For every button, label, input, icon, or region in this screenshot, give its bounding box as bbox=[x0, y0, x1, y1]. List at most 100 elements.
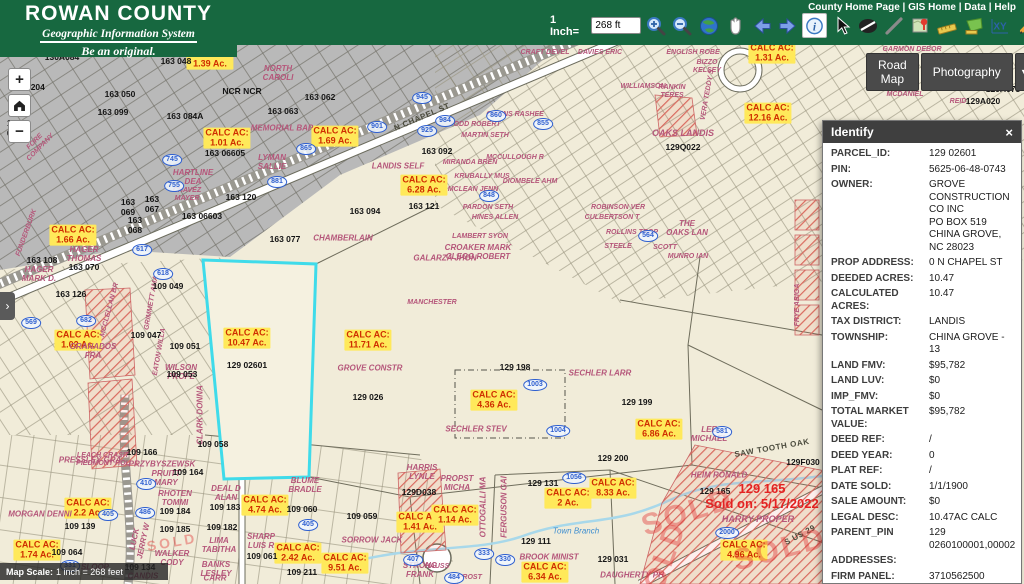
scale-input-label: 1 Inch= bbox=[550, 14, 587, 38]
xy-coordinates-button[interactable]: XY bbox=[988, 13, 1012, 38]
field-label: PARCEL_ID: bbox=[831, 148, 929, 161]
logo-title: ROWAN COUNTY bbox=[0, 4, 237, 24]
field-value: 0 N CHAPEL ST bbox=[929, 257, 1003, 270]
basemap-dropdown-button[interactable]: ▾ bbox=[1015, 53, 1024, 91]
link-help[interactable]: Help bbox=[994, 2, 1016, 13]
map-scale-input[interactable] bbox=[591, 17, 641, 34]
ruler-icon bbox=[936, 15, 958, 37]
zoom-controls: + − bbox=[8, 68, 31, 143]
field-label: LAND LUV: bbox=[831, 375, 929, 388]
field-label: DEEDED ACRES: bbox=[831, 273, 929, 286]
zoom-out-tool-button[interactable] bbox=[670, 13, 694, 38]
field-label: DEED YEAR: bbox=[831, 450, 929, 463]
identify-panel: Identify × PARCEL_ID:129 02601 PIN:5625-0… bbox=[822, 120, 1022, 584]
panel-collapse-arrow[interactable]: › bbox=[0, 292, 15, 320]
zoom-in-tool-button[interactable] bbox=[643, 13, 667, 38]
identify-field-row: LAND FMV:$95,782 bbox=[831, 360, 1013, 373]
field-label: TAX DISTRICT: bbox=[831, 316, 929, 329]
area-polygon-icon bbox=[963, 15, 985, 37]
draw-toggle-button[interactable] bbox=[856, 13, 880, 38]
field-label: DEED REF: bbox=[831, 434, 929, 447]
photography-button[interactable]: Photography bbox=[921, 53, 1013, 91]
toolbar: 1 Inch= i XY bbox=[550, 13, 1024, 38]
identify-field-row: ADDRESSES: bbox=[831, 555, 1013, 568]
field-value: $0 bbox=[929, 391, 940, 404]
field-label: TOWNSHIP: bbox=[831, 332, 929, 357]
field-label: SALE AMOUNT: bbox=[831, 496, 929, 509]
full-extent-button[interactable] bbox=[696, 13, 720, 38]
pan-hand-icon bbox=[724, 15, 746, 37]
map-zoom-out-button[interactable]: − bbox=[8, 120, 31, 143]
close-icon[interactable]: × bbox=[1005, 126, 1013, 139]
link-gis-home[interactable]: GIS Home bbox=[908, 2, 956, 13]
field-label: ADDRESSES: bbox=[831, 555, 929, 568]
measure-distance-button[interactable] bbox=[935, 13, 959, 38]
field-value: 10.47 bbox=[929, 273, 954, 286]
link-data[interactable]: Data bbox=[964, 2, 986, 13]
map-scale-value: 1 inch = 268 feet bbox=[56, 567, 123, 577]
field-label: PARENT_PIN bbox=[831, 527, 929, 552]
select-tool-button[interactable] bbox=[829, 13, 853, 38]
identify-field-row: DEEDED ACRES:10.47 bbox=[831, 273, 1013, 286]
identify-field-row: TOWNSHIP:CHINA GROVE - 13 bbox=[831, 332, 1013, 357]
field-label: CALCULATED ACRES: bbox=[831, 288, 929, 313]
cursor-icon bbox=[831, 15, 853, 37]
identify-field-row: PIN:5625-06-48-0743 bbox=[831, 164, 1013, 177]
identify-field-row: PARCEL_ID:129 02601 bbox=[831, 148, 1013, 161]
next-extent-button[interactable] bbox=[776, 13, 800, 38]
field-value: $95,782 bbox=[929, 406, 965, 431]
identify-field-row: TOTAL MARKET VALUE:$95,782 bbox=[831, 406, 1013, 431]
back-arrow-icon bbox=[751, 15, 773, 37]
basemap-switcher: Road Map Photography ▾ bbox=[866, 53, 1024, 91]
google-maps-button[interactable] bbox=[909, 13, 933, 38]
map-zoom-in-button[interactable]: + bbox=[8, 68, 31, 91]
field-value: $0 bbox=[929, 375, 940, 388]
field-label: PROP ADDRESS: bbox=[831, 257, 929, 270]
field-label: IMP_FMV: bbox=[831, 391, 929, 404]
draw-pencil-button[interactable] bbox=[1015, 13, 1024, 38]
field-value: 1/1/1900 bbox=[929, 481, 968, 494]
field-value: 3710562500 bbox=[929, 571, 985, 584]
svg-text:XY: XY bbox=[994, 21, 1008, 32]
map-scale-readout: Map Scale: 1 inch = 268 feet bbox=[0, 563, 168, 580]
field-value: / bbox=[929, 465, 932, 478]
measure-line-button[interactable] bbox=[882, 13, 906, 38]
field-value: 5625-06-48-0743 bbox=[929, 164, 1006, 177]
identify-field-row: OWNER:GROVE CONSTRUCTION CO INC PO BOX 5… bbox=[831, 179, 1013, 254]
field-label: TOTAL MARKET VALUE: bbox=[831, 406, 929, 431]
identify-tool-button[interactable]: i bbox=[802, 13, 827, 38]
field-value: 0 bbox=[929, 450, 935, 463]
identify-field-row: FIRM PANEL:3710562500 bbox=[831, 571, 1013, 584]
identify-panel-header: Identify × bbox=[823, 121, 1021, 143]
identify-field-row: PROP ADDRESS:0 N CHAPEL ST bbox=[831, 257, 1013, 270]
field-value: 10.47 bbox=[929, 288, 954, 313]
identify-icon: i bbox=[804, 15, 825, 37]
identify-field-row: PLAT REF:/ bbox=[831, 465, 1013, 478]
identify-field-row: DATE SOLD:1/1/1900 bbox=[831, 481, 1013, 494]
field-label: DATE SOLD: bbox=[831, 481, 929, 494]
identify-field-row: DEED YEAR:0 bbox=[831, 450, 1013, 463]
map-pin-icon bbox=[910, 15, 932, 37]
previous-extent-button[interactable] bbox=[749, 13, 773, 38]
xy-icon: XY bbox=[989, 15, 1011, 37]
identify-field-row: SALE AMOUNT:$0 bbox=[831, 496, 1013, 509]
field-label: LAND FMV: bbox=[831, 360, 929, 373]
field-value: 129 02601 bbox=[929, 148, 976, 161]
county-logo: ROWAN COUNTY Geographic Information Syst… bbox=[0, 0, 237, 57]
pencil-icon bbox=[1016, 15, 1024, 37]
identify-field-row: DEED REF:/ bbox=[831, 434, 1013, 447]
pan-tool-button[interactable] bbox=[723, 13, 747, 38]
link-county-home[interactable]: County Home Page bbox=[808, 2, 900, 13]
field-value: $0 bbox=[929, 496, 940, 509]
identify-field-row: TAX DISTRICT:LANDIS bbox=[831, 316, 1013, 329]
map-scale-label: Map Scale: bbox=[6, 567, 53, 577]
draw-toggle-icon bbox=[857, 15, 879, 37]
field-value: CHINA GROVE - 13 bbox=[929, 332, 1013, 357]
logo-subtitle: Geographic Information System bbox=[40, 28, 197, 43]
top-links: County Home Page | GIS Home | Data | Hel… bbox=[808, 2, 1016, 13]
zoom-out-icon bbox=[671, 15, 693, 37]
measure-area-button[interactable] bbox=[962, 13, 986, 38]
road-map-button[interactable]: Road Map bbox=[866, 53, 919, 91]
logo-tagline: Be an original. bbox=[0, 44, 237, 59]
map-home-button[interactable] bbox=[8, 94, 31, 117]
